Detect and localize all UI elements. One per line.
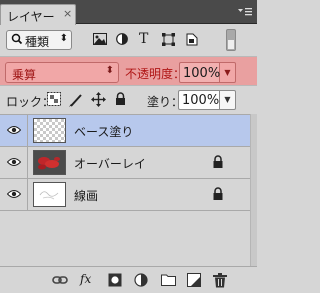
- opacity-label: 不透明度：: [125, 67, 186, 81]
- fill-field[interactable]: 100%: [178, 90, 220, 110]
- close-icon[interactable]: ×: [63, 7, 72, 20]
- new-group-icon[interactable]: [161, 273, 176, 287]
- opacity-field[interactable]: 100%: [179, 62, 220, 83]
- new-layer-icon[interactable]: [187, 273, 201, 287]
- fill-dropdown-button[interactable]: ▼: [220, 90, 236, 110]
- smart-object-filter-icon[interactable]: [186, 33, 202, 49]
- visibility-toggle[interactable]: [0, 147, 28, 178]
- blend-row: 乗算 ⬍ 不透明度： 100% ▼: [0, 56, 257, 86]
- panel-tabbar: レイヤー ×: [0, 0, 257, 25]
- layer-mask-icon[interactable]: [108, 273, 122, 287]
- lock-position-icon[interactable]: [91, 92, 107, 108]
- panel-menu-icon[interactable]: [237, 6, 253, 20]
- layer-thumbnail: [33, 182, 66, 207]
- tab-layers[interactable]: レイヤー ×: [0, 4, 76, 25]
- layers-empty-area: [0, 210, 250, 266]
- trash-icon[interactable]: [213, 273, 227, 288]
- filter-kind-value: 種類: [25, 35, 50, 49]
- fill-value: 100%: [182, 93, 220, 108]
- layers-panel: レイヤー × 種類 ⬍ T 乗算 ⬍ 不透明度： 100% ▼ ロック： 塗り：…: [0, 0, 257, 293]
- layer-row[interactable]: オーバーレイ: [0, 146, 250, 178]
- lock-pixels-icon[interactable]: [68, 92, 84, 108]
- layer-name: ベース塗り: [74, 125, 134, 139]
- lock-all-icon[interactable]: [115, 92, 131, 108]
- layer-thumbnail: [33, 150, 66, 175]
- layer-thumbnail: [33, 118, 66, 143]
- link-layers-icon[interactable]: [52, 273, 68, 287]
- layer-name: 線画: [74, 189, 99, 203]
- updown-arrows-icon: ⬍: [105, 65, 114, 76]
- layer-row[interactable]: ベース塗り: [0, 114, 250, 146]
- adjustment-layer-icon[interactable]: [134, 273, 148, 287]
- lock-transparency-icon[interactable]: [47, 92, 63, 108]
- visibility-toggle[interactable]: [0, 115, 28, 146]
- blend-mode-value: 乗算: [12, 68, 37, 82]
- layers-list: ベース塗り オーバーレイ 線画: [0, 114, 250, 210]
- eye-icon: [7, 158, 21, 166]
- layer-name: オーバーレイ: [74, 157, 146, 171]
- visibility-toggle[interactable]: [0, 179, 28, 210]
- filter-kind-select[interactable]: 種類 ⬍: [6, 30, 72, 50]
- layers-bottom-toolbar: fx: [0, 266, 257, 293]
- scrollbar[interactable]: [250, 114, 257, 266]
- lock-icon: [213, 187, 223, 200]
- blend-mode-select[interactable]: 乗算 ⬍: [5, 62, 119, 83]
- fx-icon[interactable]: fx: [80, 272, 91, 286]
- pixel-filter-icon[interactable]: [93, 33, 109, 49]
- filter-toggle[interactable]: [226, 29, 236, 51]
- svg-text:T: T: [139, 31, 149, 45]
- layer-filter-row: 種類 ⬍ T: [0, 25, 257, 55]
- adjustment-filter-icon[interactable]: [116, 33, 132, 49]
- eye-icon: [7, 190, 21, 198]
- opacity-value: 100%: [183, 66, 221, 81]
- opacity-dropdown-button[interactable]: ▼: [220, 62, 236, 83]
- type-filter-icon[interactable]: T: [139, 31, 155, 47]
- tab-layers-label: レイヤー: [7, 10, 55, 24]
- lock-row: ロック： 塗り： 100% ▼: [0, 86, 257, 114]
- eye-icon: [7, 126, 21, 134]
- layer-row[interactable]: 線画: [0, 178, 250, 210]
- shape-filter-icon[interactable]: [162, 33, 178, 49]
- updown-arrows-icon: ⬍: [59, 33, 68, 44]
- lock-icon: [213, 155, 223, 168]
- search-icon: [11, 32, 23, 49]
